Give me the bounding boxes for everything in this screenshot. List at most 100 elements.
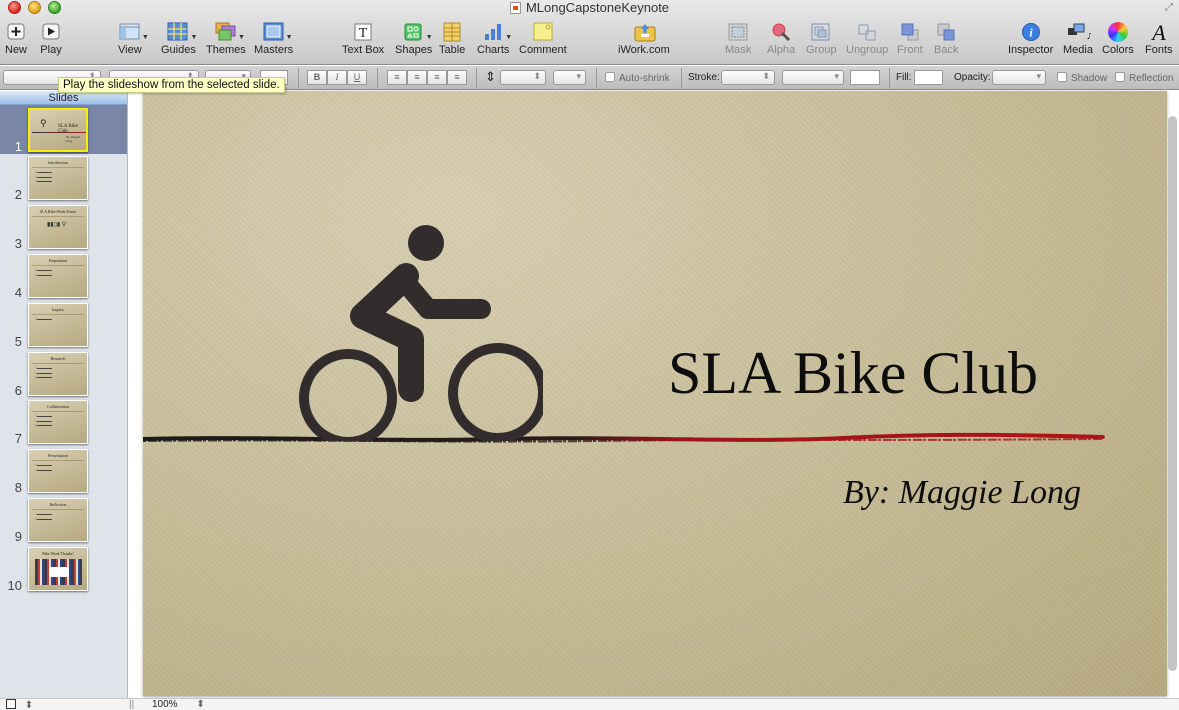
underline-button[interactable]: U xyxy=(347,70,367,85)
alpha-button[interactable]: Alpha xyxy=(767,22,795,56)
slide-thumbnail[interactable]: Collaboration • ▬▬▬▬▬ • ▬▬▬▬▬ • ▬▬▬▬▬ xyxy=(28,400,88,444)
iwork-button[interactable]: iWork.com xyxy=(618,22,670,56)
slide-subtitle[interactable]: By: Maggie Long xyxy=(843,474,1081,512)
fullscreen-icon[interactable]: ⤢ xyxy=(1165,2,1173,13)
slide-thumbnail-item[interactable]: 1 ⚲ SLA Bike Club By: Maggie Long xyxy=(0,105,127,154)
stroke-color-well[interactable] xyxy=(850,70,880,85)
presenter-icon xyxy=(6,699,16,709)
shapes-icon: ▼ xyxy=(403,22,433,42)
slide-thumbnail[interactable]: Bike Week Thanks! xyxy=(28,547,88,591)
slide-thumbnail[interactable]: ⚲ SLA Bike Club By: Maggie Long xyxy=(28,108,88,152)
text-box-button[interactable]: T Text Box xyxy=(342,22,384,56)
mask-icon xyxy=(727,22,749,42)
thumbnail-title: Research xyxy=(50,356,66,361)
line-spacing-icon: ⇕ xyxy=(485,69,496,84)
view-label: View xyxy=(118,44,142,56)
poster-graphic: ▮▮▯▮ ⚲ xyxy=(47,222,67,228)
slide-thumbnail-item[interactable]: 3 SLA Bike Week Poster ▮▮▯▮ ⚲ xyxy=(0,202,127,251)
stroke-width-select[interactable] xyxy=(782,70,844,85)
slide-number: 7 xyxy=(14,431,22,446)
table-button[interactable]: Table xyxy=(439,22,465,56)
thumbnail-bullet: • ▬▬▬▬▬ xyxy=(35,179,52,183)
align-justify-button[interactable]: ≡ xyxy=(447,70,467,85)
group-button[interactable]: Group xyxy=(806,22,837,56)
fill-color-well[interactable] xyxy=(914,70,943,85)
columns-select[interactable] xyxy=(553,70,586,85)
slide-thumbnail-item[interactable]: 7 Collaboration • ▬▬▬▬▬ • ▬▬▬▬▬ • ▬▬▬▬▬ xyxy=(0,397,127,446)
thumbnail-rule xyxy=(32,509,84,510)
slide-thumbnail-item[interactable]: 9 Reflection • ▬▬▬▬▬ • ▬▬▬▬▬ xyxy=(0,495,127,544)
slide-thumbnail[interactable]: Research • ▬▬▬▬▬ • ▬▬▬▬▬ • ▬▬▬▬▬ xyxy=(28,352,88,396)
slide-thumbnail[interactable]: Reflection • ▬▬▬▬▬ • ▬▬▬▬▬ xyxy=(28,498,88,542)
slide-number: 6 xyxy=(14,383,22,398)
slide-thumbnail-item[interactable]: 8 Presentation • ▬▬▬▬▬ • ▬▬▬▬▬ xyxy=(0,446,127,495)
slide-thumbnail[interactable]: Preparation • ▬▬▬▬▬ • ▬▬▬▬▬ xyxy=(28,254,88,298)
align-left-button[interactable]: ≡ xyxy=(387,70,407,85)
slide-thumbnail-item[interactable]: 2 Introduction • ▬▬▬▬▬ • ▬▬▬▬▬ • ▬▬▬▬▬ xyxy=(0,153,127,202)
zoom-select[interactable]: 100% ⬍ xyxy=(152,699,205,710)
thumbnail-title: SLA Bike Club xyxy=(58,124,78,134)
thumbnail-bullet: • ▬▬▬▬▬ xyxy=(35,375,52,379)
reflection-checkbox[interactable]: Reflection xyxy=(1115,72,1173,84)
shadow-checkbox[interactable]: Shadow xyxy=(1057,72,1107,84)
stroke-style-select[interactable] xyxy=(721,70,775,85)
media-button[interactable]: ♫ Media xyxy=(1063,22,1094,56)
split-handle[interactable]: || xyxy=(129,699,134,710)
italic-button[interactable]: I xyxy=(327,70,347,85)
slide-thumbnail[interactable]: Presentation • ▬▬▬▬▬ • ▬▬▬▬▬ xyxy=(28,449,88,493)
thumbnail-title: Collaboration xyxy=(47,404,69,409)
auto-shrink-label: Auto-shrink xyxy=(619,73,670,84)
comment-icon xyxy=(532,22,554,42)
thumbnail-rule xyxy=(32,216,84,217)
info-icon: i xyxy=(1020,22,1042,42)
ungroup-button[interactable]: Ungroup xyxy=(846,22,888,56)
auto-shrink-checkbox[interactable]: Auto-shrink xyxy=(605,72,670,84)
sidebar-header: Slides xyxy=(0,91,127,105)
colors-label: Colors xyxy=(1102,44,1134,56)
colors-button[interactable]: Colors xyxy=(1102,22,1134,56)
table-icon xyxy=(441,22,463,42)
slide-navigator: Slides 1 ⚲ SLA Bike Club By: Maggie Long 2 In… xyxy=(0,91,128,698)
slide-thumbnail[interactable]: Introduction • ▬▬▬▬▬ • ▬▬▬▬▬ • ▬▬▬▬▬ xyxy=(28,156,88,200)
slide-thumbnail-item[interactable]: 4 Preparation • ▬▬▬▬▬ • ▬▬▬▬▬ xyxy=(0,251,127,300)
view-button[interactable]: ▼ View xyxy=(118,22,149,56)
play-button[interactable]: Play xyxy=(40,22,62,56)
vertical-scrollbar[interactable] xyxy=(1168,116,1177,671)
plus-icon xyxy=(5,22,27,42)
view-mode-button[interactable]: ⬍ xyxy=(6,699,33,710)
divider xyxy=(681,68,682,88)
themes-icon: ▼ xyxy=(215,22,245,42)
themes-button[interactable]: ▼ Themes xyxy=(206,22,246,56)
line-spacing-select[interactable] xyxy=(500,70,546,85)
bold-button[interactable]: B xyxy=(307,70,327,85)
mask-button[interactable]: Mask xyxy=(725,22,751,56)
window-title: MLongCapstoneKeynote xyxy=(0,0,1179,15)
slide-title[interactable]: SLA Bike Club xyxy=(668,339,1038,408)
slide-thumbnail-item[interactable]: 6 Research • ▬▬▬▬▬ • ▬▬▬▬▬ • ▬▬▬▬▬ xyxy=(0,349,127,398)
align-center-button[interactable]: ≡ xyxy=(407,70,427,85)
thumbnail-title: Introduction xyxy=(48,160,68,165)
send-back-icon xyxy=(935,22,957,42)
slide-thumbnail-item[interactable]: 10 Bike Week Thanks! xyxy=(0,544,127,593)
masters-button[interactable]: ▼ Masters xyxy=(254,22,293,56)
thumbnail-rule xyxy=(32,167,84,168)
align-right-button[interactable]: ≡ xyxy=(427,70,447,85)
play-icon xyxy=(40,22,62,42)
text-box-icon: T xyxy=(352,22,374,42)
fonts-button[interactable]: A Fonts xyxy=(1145,20,1173,56)
new-button[interactable]: New xyxy=(5,22,27,56)
send-back-button[interactable]: Back xyxy=(934,22,958,56)
slide-thumbnail[interactable]: SLA Bike Week Poster ▮▮▯▮ ⚲ xyxy=(28,205,88,249)
guides-button[interactable]: ▼ Guides xyxy=(161,22,197,56)
slide-canvas[interactable]: SLA Bike Club By: Maggie Long xyxy=(143,91,1167,696)
alpha-icon xyxy=(770,22,792,42)
shapes-button[interactable]: ▼ Shapes xyxy=(395,22,433,56)
slide-number: 3 xyxy=(14,236,22,251)
bring-front-button[interactable]: Front xyxy=(897,22,923,56)
comment-button[interactable]: Comment xyxy=(519,22,567,56)
opacity-select[interactable] xyxy=(992,70,1046,85)
slide-thumbnail[interactable]: Inquiry • ▬▬▬▬▬ xyxy=(28,303,88,347)
inspector-button[interactable]: i Inspector xyxy=(1008,22,1053,56)
charts-button[interactable]: ▼ Charts xyxy=(477,22,512,56)
slide-thumbnail-item[interactable]: 5 Inquiry • ▬▬▬▬▬ xyxy=(0,300,127,349)
